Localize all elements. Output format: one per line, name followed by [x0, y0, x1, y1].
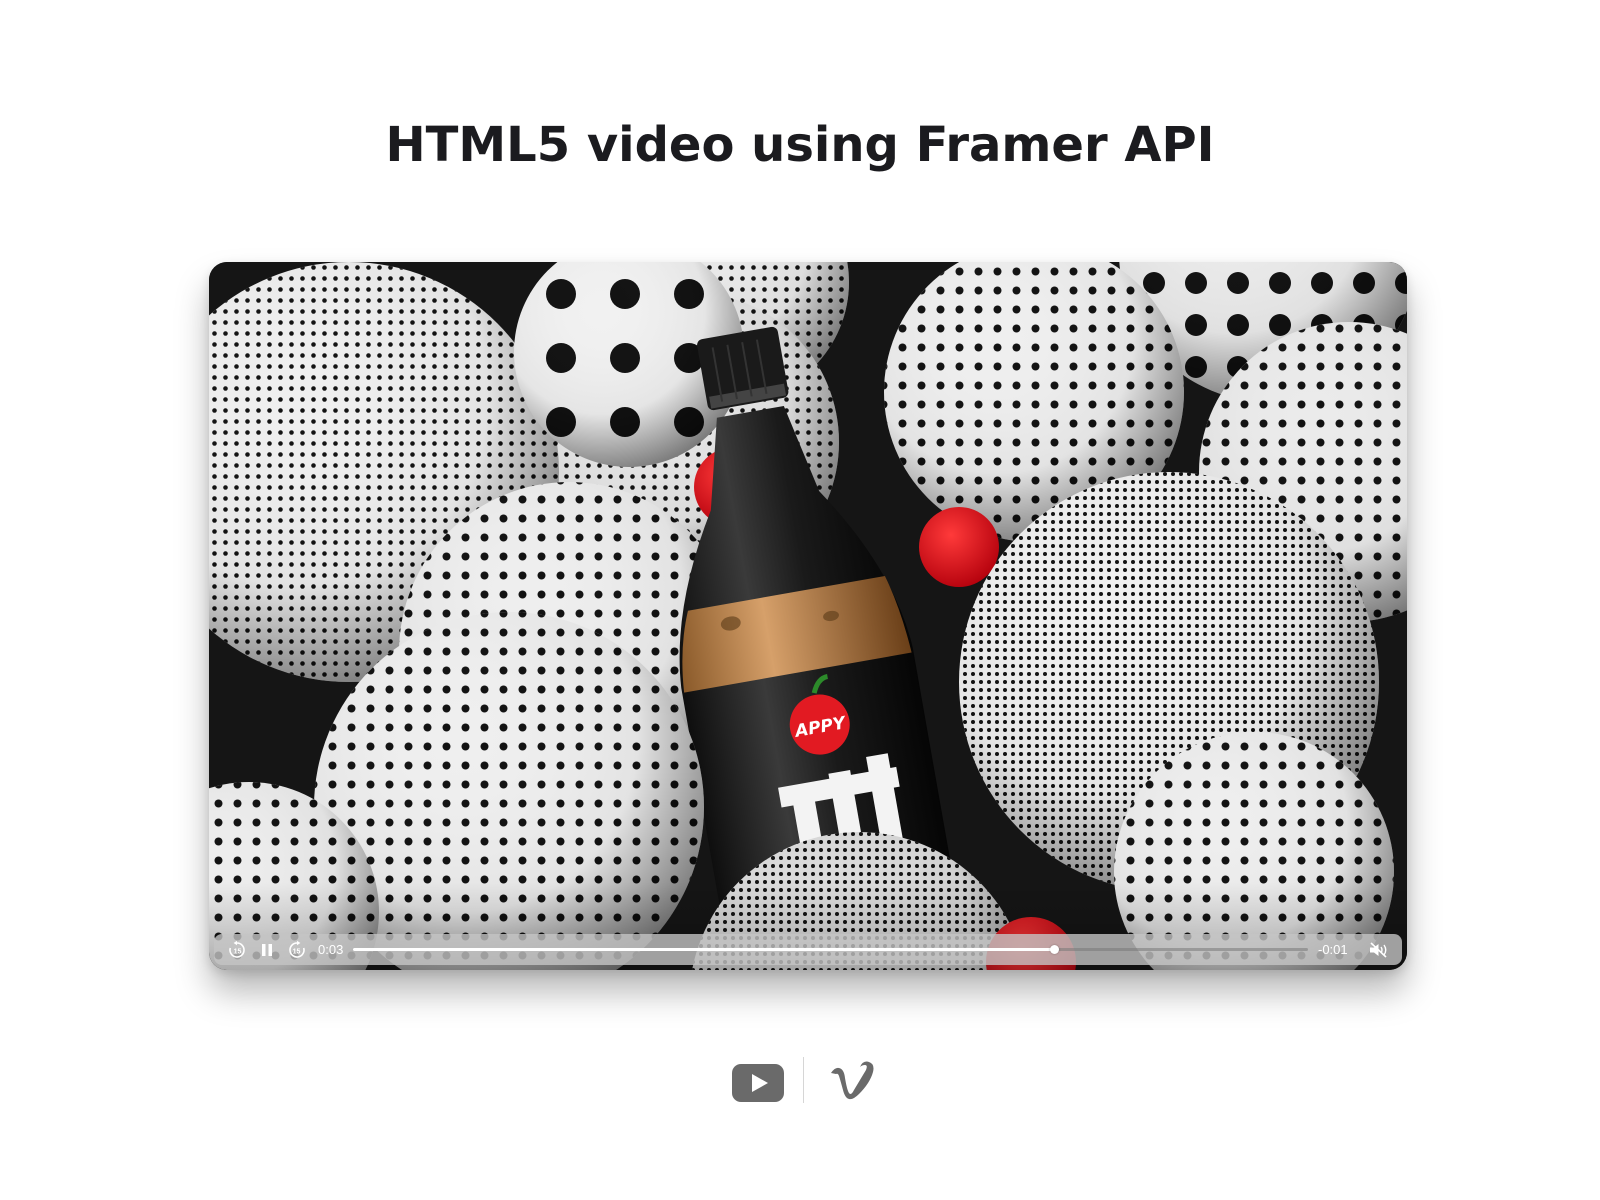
svg-text:15: 15: [234, 948, 242, 955]
red-ball: [919, 507, 999, 587]
skip-forward-15-button[interactable]: 15: [284, 934, 310, 965]
scrubber-handle[interactable]: [1050, 945, 1060, 954]
page-title: HTML5 video using Framer API: [385, 117, 1215, 173]
mute-button[interactable]: [1364, 934, 1394, 965]
skip-back-icon: 15: [229, 940, 245, 958]
video-player[interactable]: APPY 15 15 0:03 -0:01: [209, 262, 1407, 970]
speaker-muted-icon: [1370, 941, 1387, 958]
video-controls-bar: 15 15 0:03 -0:01: [214, 934, 1402, 965]
progress-scrubber[interactable]: [353, 945, 1308, 954]
vimeo-icon: [831, 1061, 874, 1100]
current-time: 0:03: [318, 942, 344, 957]
progress-fill: [353, 948, 1055, 951]
skip-forward-icon: 15: [289, 940, 305, 958]
pause-icon: [262, 943, 272, 956]
vimeo-link[interactable]: [829, 1061, 875, 1105]
youtube-link[interactable]: [732, 1064, 784, 1106]
video-provider-links: [0, 1055, 1600, 1105]
provider-divider: [803, 1057, 804, 1103]
svg-text:15: 15: [293, 948, 301, 955]
skip-back-15-button[interactable]: 15: [224, 934, 250, 965]
page: HTML5 video using Framer API APPY 15 15 …: [0, 0, 1600, 1200]
video-frame[interactable]: APPY: [209, 262, 1407, 970]
youtube-icon: [732, 1064, 784, 1102]
remaining-time: -0:01: [1318, 942, 1348, 957]
pause-button[interactable]: [254, 934, 280, 965]
